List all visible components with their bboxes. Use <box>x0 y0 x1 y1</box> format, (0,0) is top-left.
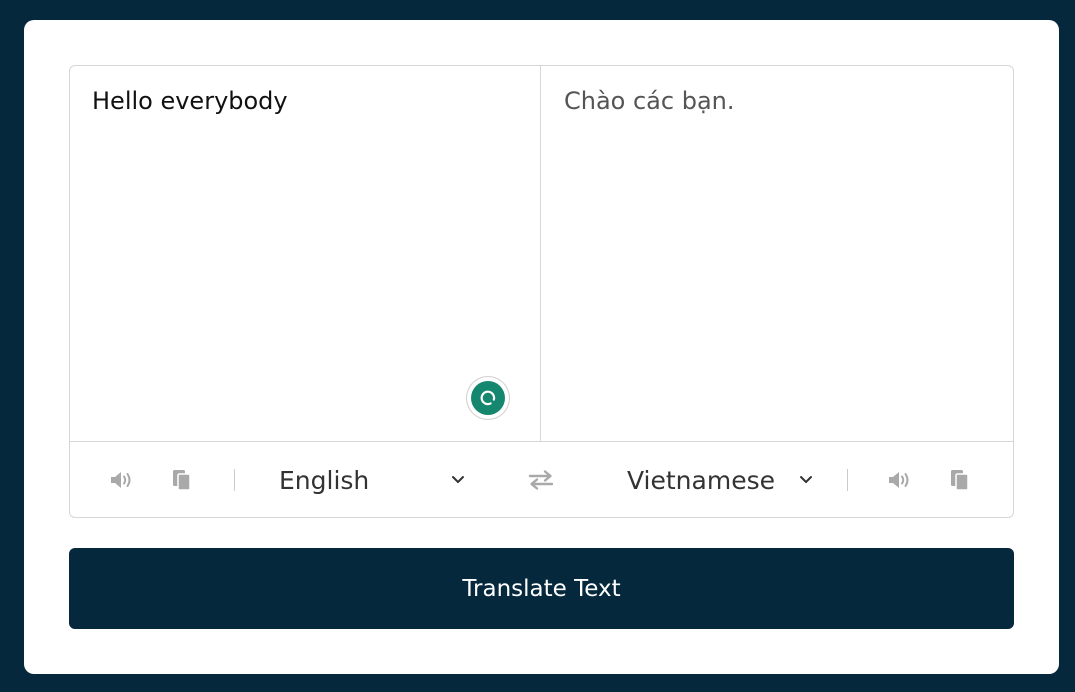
target-language-label: Vietnamese <box>627 465 775 495</box>
translate-button[interactable]: Translate Text <box>69 548 1014 629</box>
source-divider <box>234 469 235 491</box>
source-copy-icon[interactable] <box>171 467 193 493</box>
grammarly-icon[interactable] <box>467 377 509 419</box>
exchange-icon[interactable] <box>525 468 557 492</box>
source-volume-icon[interactable] <box>108 468 136 492</box>
target-text-output: Chào các bạn. <box>542 66 1013 441</box>
target-language-select[interactable]: Vietnamese <box>627 460 813 500</box>
target-volume-icon[interactable] <box>886 468 914 492</box>
controls-bar: English Vietnamese <box>70 441 1013 517</box>
target-divider <box>847 469 848 491</box>
chevron-down-icon <box>800 476 812 483</box>
source-language-label: English <box>279 465 370 495</box>
source-text-input[interactable]: Hello everybody <box>70 66 540 441</box>
source-language-select[interactable]: English <box>279 460 465 500</box>
target-pane: Chào các bạn. <box>542 66 1013 441</box>
translator-box: Hello everybody Chào các bạn. English Vi… <box>69 65 1014 518</box>
target-copy-icon[interactable] <box>949 467 971 493</box>
chevron-down-icon <box>452 476 464 483</box>
source-pane: Hello everybody <box>70 66 541 441</box>
translator-card: Hello everybody Chào các bạn. English Vi… <box>24 20 1059 674</box>
